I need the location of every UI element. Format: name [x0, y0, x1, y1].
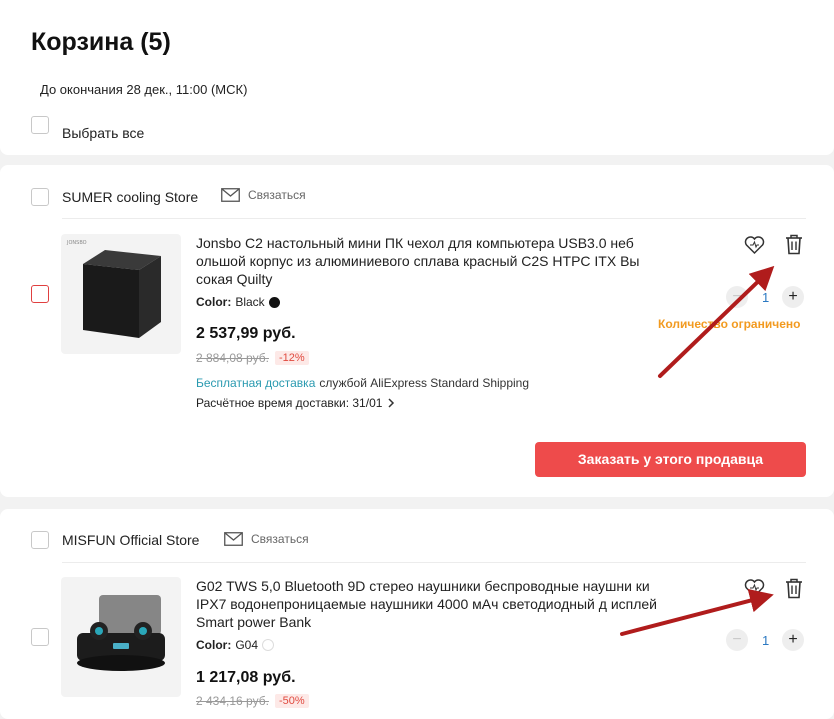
- product-price: 2 537,99 руб.: [196, 325, 296, 342]
- select-all-label: Выбрать все: [62, 125, 145, 141]
- product-price: 1 217,08 руб.: [196, 669, 296, 686]
- product-image[interactable]: [61, 577, 181, 697]
- discount-badge: -50%: [274, 694, 309, 708]
- contact-label: Связаться: [248, 188, 306, 202]
- old-price: 2 884,08 руб.: [196, 351, 269, 365]
- order-from-seller-button[interactable]: Заказать у этого продавца: [535, 442, 806, 477]
- mail-icon: [221, 188, 240, 202]
- store-card: SUMER cooling Store Связаться JONSBO Jon…: [0, 165, 834, 497]
- page-title: Корзина (5): [31, 28, 171, 56]
- store-name[interactable]: MISFUN Official Store: [62, 532, 199, 548]
- quantity-increase-button[interactable]: +: [782, 629, 804, 651]
- product-checkbox[interactable]: [31, 285, 49, 303]
- old-price-row: 2 434,16 руб. -50%: [196, 694, 309, 708]
- discount-badge: -12%: [274, 351, 309, 365]
- old-price: 2 434,16 руб.: [196, 694, 269, 708]
- wishlist-heart-icon[interactable]: [744, 578, 765, 598]
- limited-quantity-warning: Количество ограничено: [658, 317, 801, 331]
- delivery-text: Расчётное время доставки: 31/01: [196, 396, 383, 410]
- variant-value: Black: [235, 295, 265, 309]
- quantity-value[interactable]: 1: [762, 633, 769, 648]
- mail-icon: [224, 532, 243, 546]
- cart-header-card: Корзина (5) До окончания 28 дек., 11:00 …: [0, 0, 834, 155]
- sale-deadline: До окончания 28 дек., 11:00 (МСК): [40, 82, 248, 97]
- store-card: MISFUN Official Store Связаться G02 TWS …: [0, 509, 834, 719]
- variant-value: G04: [235, 638, 259, 652]
- chevron-right-icon: [388, 398, 395, 408]
- product-checkbox[interactable]: [31, 628, 49, 646]
- trash-icon[interactable]: [785, 578, 803, 599]
- quantity-decrease-button[interactable]: −: [726, 286, 748, 308]
- quantity-decrease-button[interactable]: −: [726, 629, 748, 651]
- product-variant: Color: G04: [196, 638, 275, 652]
- select-all-checkbox[interactable]: [31, 116, 49, 134]
- store-checkbox[interactable]: [31, 188, 49, 206]
- variant-label: Color:: [196, 638, 232, 652]
- quantity-value[interactable]: 1: [762, 290, 769, 305]
- shipping-info: Бесплатная доставка службой AliExpress S…: [196, 376, 529, 390]
- product-image[interactable]: JONSBO: [61, 234, 181, 354]
- divider: [62, 218, 806, 219]
- store-name[interactable]: SUMER cooling Store: [62, 189, 198, 205]
- trash-icon[interactable]: [785, 234, 803, 255]
- color-swatch: [262, 639, 275, 651]
- free-shipping-label[interactable]: Бесплатная доставка: [196, 376, 315, 390]
- delivery-estimate[interactable]: Расчётное время доставки: 31/01: [196, 396, 395, 410]
- contact-label: Связаться: [251, 532, 309, 546]
- contact-seller-link[interactable]: Связаться: [224, 532, 309, 546]
- product-variant: Color: Black: [196, 295, 280, 309]
- shipping-service: службой AliExpress Standard Shipping: [319, 376, 530, 390]
- store-checkbox[interactable]: [31, 531, 49, 549]
- wishlist-heart-icon[interactable]: [744, 235, 765, 255]
- quantity-increase-button[interactable]: +: [782, 286, 804, 308]
- divider: [62, 562, 806, 563]
- product-title[interactable]: Jonsbo C2 настольный мини ПК чехол для к…: [196, 234, 658, 288]
- contact-seller-link[interactable]: Связаться: [221, 188, 306, 202]
- product-title[interactable]: G02 TWS 5,0 Bluetooth 9D стерео наушники…: [196, 577, 658, 631]
- variant-label: Color:: [196, 295, 232, 309]
- image-brand-text: JONSBO: [66, 240, 87, 246]
- color-swatch: [268, 296, 280, 308]
- old-price-row: 2 884,08 руб. -12%: [196, 351, 309, 365]
